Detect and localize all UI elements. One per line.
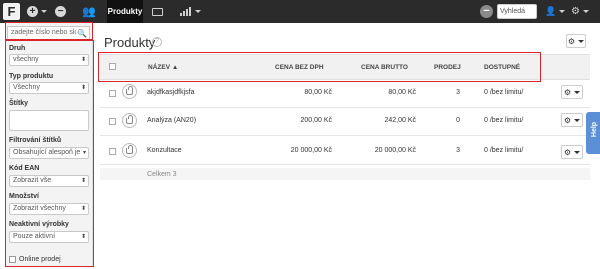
page-settings-button[interactable]: ⚙	[566, 34, 586, 48]
price-net: 20 000,00 Kč	[290, 147, 332, 154]
chevron-down-icon: ⬍	[80, 55, 86, 65]
row-actions-button[interactable]: ⚙	[561, 113, 583, 127]
sales-count: 0	[456, 117, 460, 124]
column-header-cena-bez-dph[interactable]: CENA BEZ DPH	[275, 64, 324, 71]
filter-label-druh: Druh	[9, 45, 26, 52]
row-actions-button[interactable]: ⚙	[561, 145, 583, 159]
filter-label-ean: Kód EAN	[9, 165, 40, 172]
select-all-checkbox[interactable]	[109, 63, 116, 70]
filter-label-filtrovani: Filtrování štítků	[9, 137, 62, 144]
sidebar-search-input[interactable]: zadejte číslo nebo slo 🔍	[7, 26, 90, 40]
row-checkbox[interactable]	[109, 148, 116, 155]
user-icon: 👤	[545, 6, 557, 16]
row-checkbox[interactable]	[109, 118, 116, 125]
settings-menu-button[interactable]: ⚙	[571, 4, 589, 19]
plus-icon: +	[27, 6, 38, 17]
add-menu-button[interactable]: +	[27, 4, 47, 19]
help-tab-label: Help	[591, 121, 599, 138]
online-prodej-label: Online prodej	[19, 256, 61, 263]
filter-label-mnozstvi: Množství	[9, 193, 39, 200]
column-header-prodej[interactable]: PRODEJ	[434, 64, 461, 71]
filter-select-filtrovani[interactable]: Obsahující alespoň je ▾	[9, 147, 89, 159]
price-net: 80,00 Kč	[304, 89, 332, 96]
filter-select-typ[interactable]: Všechny ⬍	[9, 82, 89, 94]
product-image-icon	[122, 84, 137, 99]
filter-select-neaktivni[interactable]: Pouze aktivní ⬍	[9, 231, 89, 243]
filter-select-druh[interactable]: všechny ⬍	[9, 54, 89, 66]
online-prodej-checkbox[interactable]: Online prodej	[9, 256, 61, 263]
gear-icon: ⚙	[571, 6, 580, 17]
users-icon: 👥	[82, 6, 96, 18]
price-net: 200,00 Kč	[300, 117, 332, 124]
column-header-cena-brutto[interactable]: CENA BRUTTO	[361, 64, 408, 71]
product-name-link[interactable]: akjdfkasjdfkjsfa	[147, 89, 194, 96]
product-image-icon	[122, 143, 137, 158]
chevron-down-icon: ⬍	[80, 232, 86, 242]
help-side-tab[interactable]: Help	[586, 112, 600, 154]
filter-select-mnozstvi[interactable]: Zobrazit všechny ⬍	[9, 203, 89, 215]
price-gross: 242,00 Kč	[384, 117, 416, 124]
collapse-icon[interactable]: −	[480, 5, 493, 18]
product-image-icon	[122, 113, 137, 128]
banknote-icon	[152, 7, 163, 16]
availability: 0 /bez limitu/	[484, 117, 524, 124]
contacts-button[interactable]: 👥	[82, 4, 96, 19]
app-logo[interactable]: F	[3, 3, 20, 20]
gear-icon: ⚙	[567, 36, 576, 46]
money-button[interactable]	[152, 4, 163, 19]
filter-label-neaktivni: Neaktivní výrobky	[9, 221, 69, 228]
filter-select-ean[interactable]: Zobrazit vše ⬍	[9, 175, 89, 187]
price-gross: 80,00 Kč	[388, 89, 416, 96]
gear-icon: ⚙	[563, 147, 572, 157]
remove-menu-button[interactable]: −	[55, 4, 66, 19]
user-menu-button[interactable]: 👤	[545, 4, 566, 19]
stats-button[interactable]	[180, 7, 201, 16]
availability: 0 /bez limitu/	[484, 89, 524, 96]
filter-input-stitky[interactable]	[9, 110, 89, 131]
search-placeholder: zadejte číslo nebo slo	[11, 29, 79, 36]
filter-label-typ: Typ produktu	[9, 73, 54, 80]
row-checkbox[interactable]	[109, 90, 116, 97]
filter-label-stitky: Štítky	[9, 100, 29, 107]
chevron-down-icon: ⬍	[80, 176, 86, 186]
filter-sidebar: zadejte číslo nebo slo 🔍 Druh všechny ⬍ T…	[5, 23, 93, 267]
product-name-link[interactable]: Analýza (AN20)	[147, 117, 196, 124]
chevron-down-icon: ⬍	[80, 83, 86, 93]
total-count: Celkem 3	[147, 171, 177, 178]
gear-icon: ⚙	[563, 87, 572, 97]
price-gross: 20 000,00 Kč	[374, 147, 416, 154]
search-icon[interactable]: 🔍	[76, 28, 87, 39]
help-icon[interactable]: ?	[152, 37, 162, 47]
row-actions-button[interactable]: ⚙	[561, 85, 583, 99]
checkbox-box[interactable]	[9, 256, 16, 263]
tab-produkty[interactable]: Produkty	[107, 0, 143, 23]
sales-count: 3	[456, 147, 460, 154]
gear-icon: ⚙	[563, 115, 572, 125]
product-name-link[interactable]: Konzultace	[147, 147, 182, 154]
page-title: Produkty	[104, 35, 156, 50]
column-header-dostupne[interactable]: DOSTUPNÉ	[484, 64, 520, 71]
chevron-down-icon: ▾	[82, 148, 86, 158]
chevron-down-icon: ⬍	[80, 204, 86, 214]
top-search-input[interactable]: Vyhledá	[497, 4, 537, 19]
availability: 0 /bez limitu/	[484, 147, 524, 154]
minus-icon: −	[55, 6, 66, 17]
sales-count: 3	[456, 89, 460, 96]
top-bar: F + − 👥 Produkty − Vyhledá 👤 ⚙	[0, 0, 600, 23]
column-header-nazev[interactable]: NÁZEV ▲	[148, 64, 178, 71]
